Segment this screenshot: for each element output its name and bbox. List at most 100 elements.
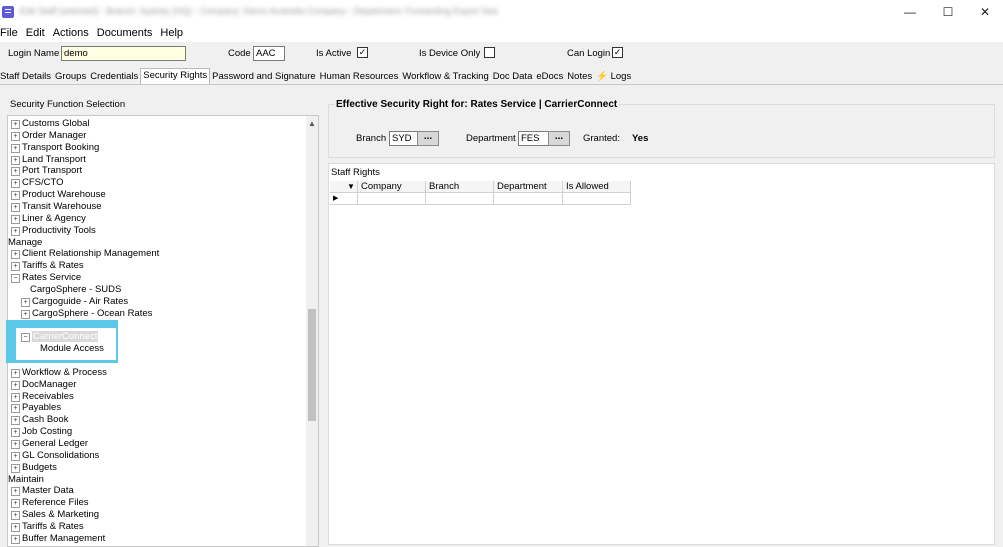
tree-item[interactable]: + Budgets xyxy=(11,462,57,474)
is-device-only-checkbox[interactable] xyxy=(484,47,495,58)
tree-item[interactable]: + Tariffs & Rates xyxy=(11,521,84,533)
department-lookup-button[interactable]: ... xyxy=(548,131,570,146)
close-button[interactable]: ✕ xyxy=(967,3,1003,21)
tree-item[interactable]: + Workflow & Process xyxy=(11,367,107,379)
tree-item[interactable]: + Tariffs & Rates xyxy=(11,260,84,272)
expand-icon[interactable]: + xyxy=(11,191,20,201)
sort-indicator-icon[interactable]: ▼ xyxy=(330,181,358,193)
is-active-checkbox[interactable]: ✓ xyxy=(357,47,368,58)
expand-icon[interactable]: + xyxy=(11,262,20,272)
column-header-branch[interactable]: Branch xyxy=(426,181,494,193)
branch-input[interactable]: SYD xyxy=(389,131,419,146)
column-header-department[interactable]: Department xyxy=(494,181,563,193)
expand-icon[interactable]: + xyxy=(11,250,20,260)
expand-icon[interactable]: + xyxy=(11,155,20,165)
tree-scrollbar[interactable]: ▲ xyxy=(306,116,318,546)
menu-actions[interactable]: Actions xyxy=(49,27,93,39)
menu-help[interactable]: Help xyxy=(156,27,187,39)
tree-item[interactable]: + Transit Warehouse xyxy=(11,201,102,213)
tab-human-resources[interactable]: Human Resources xyxy=(318,70,401,84)
tree-item[interactable]: − Rates Service xyxy=(11,272,81,284)
tab-workflow-tracking[interactable]: Workflow & Tracking xyxy=(400,70,490,84)
tree-item[interactable]: + Job Costing xyxy=(11,426,72,438)
department-input[interactable]: FES xyxy=(518,131,550,146)
expand-icon[interactable]: + xyxy=(11,463,20,473)
tree-item[interactable]: Module Access xyxy=(40,343,104,355)
tab-groups[interactable]: Groups xyxy=(53,70,88,84)
tab-staff-details[interactable]: Staff Details xyxy=(0,70,53,84)
tree-item[interactable]: − CarrierConnect xyxy=(21,331,99,343)
minimize-button[interactable]: — xyxy=(892,3,928,21)
tree-item[interactable]: + Liner & Agency xyxy=(11,213,86,225)
code-input[interactable]: AAC xyxy=(253,46,285,61)
expand-icon[interactable]: + xyxy=(11,131,20,141)
tab-edocs[interactable]: eDocs xyxy=(534,70,565,84)
expand-icon[interactable]: + xyxy=(11,487,20,497)
expand-icon[interactable]: + xyxy=(11,143,20,153)
tab-logs[interactable]: ⚡ Logs xyxy=(594,70,633,84)
tree-item[interactable]: + Payables xyxy=(11,402,61,414)
expand-icon[interactable]: + xyxy=(11,499,20,509)
tree-item[interactable]: + CFS/CTO xyxy=(11,177,64,189)
tree-item[interactable]: + Receivables xyxy=(11,391,74,403)
can-login-checkbox[interactable]: ✓ xyxy=(612,47,623,58)
expand-icon[interactable]: + xyxy=(11,179,20,189)
new-row-is-allowed[interactable] xyxy=(563,193,631,205)
menu-file[interactable]: File xyxy=(0,27,22,39)
tree-item[interactable]: + Land Transport xyxy=(11,154,86,166)
column-header-company[interactable]: Company xyxy=(358,181,426,193)
staff-rights-grid[interactable]: ▼ Company Branch Department Is Allowed ▶ xyxy=(330,181,631,207)
expand-icon[interactable]: + xyxy=(11,404,20,414)
expand-icon[interactable]: + xyxy=(11,534,20,544)
tree-item[interactable]: + Productivity Tools xyxy=(11,225,96,237)
tree-item[interactable]: CargoSphere - SUDS xyxy=(30,284,121,296)
collapse-icon[interactable]: − xyxy=(11,274,20,284)
tree-item[interactable]: + Reference Files xyxy=(11,497,89,509)
new-row-branch[interactable] xyxy=(426,193,494,205)
tree-item[interactable]: + Master Data xyxy=(11,485,74,497)
expand-icon[interactable]: + xyxy=(11,202,20,212)
tree-item[interactable]: + Customs Global xyxy=(11,118,90,130)
expand-icon[interactable]: + xyxy=(11,392,20,402)
new-row-company[interactable] xyxy=(358,193,426,205)
tree-item[interactable]: + Sales & Marketing xyxy=(11,509,99,521)
expand-icon[interactable]: + xyxy=(11,214,20,224)
login-name-input[interactable]: demo xyxy=(61,46,186,61)
tree-item[interactable]: Manage xyxy=(8,237,42,249)
tree-item[interactable]: + DocManager xyxy=(11,379,76,391)
expand-icon[interactable]: + xyxy=(11,522,20,532)
tree-item[interactable]: + General Ledger xyxy=(11,438,88,450)
scrollbar-thumb[interactable] xyxy=(308,309,316,421)
tree-item[interactable]: + Transport Booking xyxy=(11,142,99,154)
tree-item[interactable]: + GL Consolidations xyxy=(11,450,99,462)
tree-item[interactable]: + Cash Book xyxy=(11,414,68,426)
expand-icon[interactable]: + xyxy=(11,416,20,426)
tab-doc-data[interactable]: Doc Data xyxy=(491,70,535,84)
branch-lookup-button[interactable]: ... xyxy=(417,131,439,146)
tab-credentials[interactable]: Credentials xyxy=(88,70,140,84)
expand-icon[interactable]: + xyxy=(11,511,20,521)
expand-icon[interactable]: + xyxy=(11,120,20,129)
expand-icon[interactable]: + xyxy=(21,309,30,319)
tree-item[interactable]: Maintain xyxy=(8,474,44,486)
new-row-department[interactable] xyxy=(494,193,563,205)
expand-icon[interactable]: + xyxy=(21,297,30,307)
tree-item[interactable]: + Cargoguide - Air Rates xyxy=(21,296,128,308)
expand-icon[interactable]: + xyxy=(11,428,20,438)
scroll-up-icon[interactable]: ▲ xyxy=(308,119,316,128)
expand-icon[interactable]: + xyxy=(11,380,20,390)
tree-item[interactable]: + Port Transport xyxy=(11,165,82,177)
tree-item[interactable]: + Order Manager xyxy=(11,130,86,142)
maximize-button[interactable]: ☐ xyxy=(930,3,966,21)
expand-icon[interactable]: + xyxy=(11,226,20,236)
collapse-icon[interactable]: − xyxy=(21,333,30,343)
tab-password-and-signature[interactable]: Password and Signature xyxy=(210,70,318,84)
menu-documents[interactable]: Documents xyxy=(93,27,157,39)
tab-notes[interactable]: Notes xyxy=(565,70,594,84)
menu-edit[interactable]: Edit xyxy=(22,27,49,39)
column-header-is-allowed[interactable]: Is Allowed xyxy=(563,181,631,193)
tree-item[interactable]: + CargoSphere - Ocean Rates xyxy=(21,308,152,320)
tree-item[interactable]: + Product Warehouse xyxy=(11,189,106,201)
expand-icon[interactable]: + xyxy=(11,368,20,378)
tab-security-rights[interactable]: Security Rights xyxy=(140,68,211,84)
